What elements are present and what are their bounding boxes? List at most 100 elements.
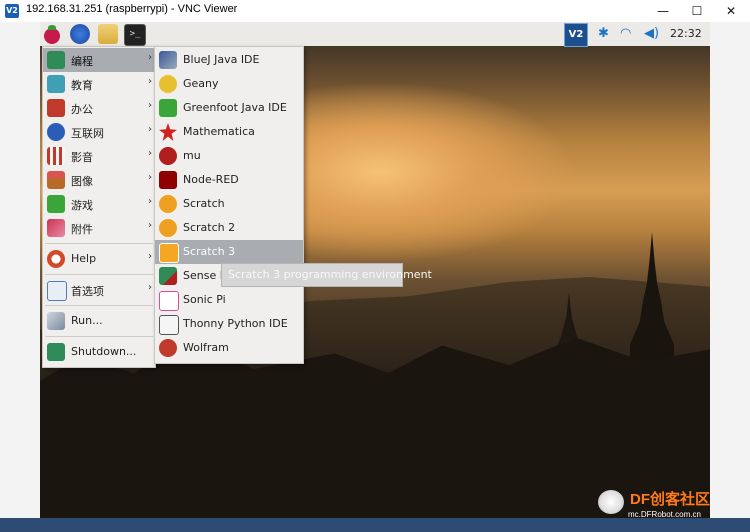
mu-icon: [159, 147, 177, 165]
menu-item-internet[interactable]: 互联网 ›: [43, 120, 155, 144]
menu-item-run[interactable]: Run...: [43, 309, 155, 333]
menu-item-graphics[interactable]: 图像 ›: [43, 168, 155, 192]
vnc-viewer-window: V2 192.168.31.251 (raspberrypi) - VNC Vi…: [0, 0, 750, 532]
submenu-item-scratch[interactable]: Scratch: [155, 192, 303, 216]
internet-icon: [47, 123, 65, 141]
submenu-item-label: Sonic Pi: [183, 293, 226, 306]
thonny-icon: [159, 315, 179, 335]
vnc-logo-icon: V2: [5, 4, 19, 18]
remote-desktop[interactable]: >_ V2 ✱ ◠ ◀) 22:32 编程 › 教育 › 办公 › 互联网 › …: [40, 22, 710, 518]
menu-item-help[interactable]: Help ›: [43, 247, 155, 271]
chevron-right-icon: ›: [148, 220, 152, 231]
window-titlebar[interactable]: V2 192.168.31.251 (raspberrypi) - VNC Vi…: [0, 0, 750, 23]
host-desktop-right: [710, 22, 750, 532]
maximize-button[interactable]: ☐: [680, 0, 714, 22]
submenu-item-bluej[interactable]: BlueJ Java IDE: [155, 48, 303, 72]
dfrobot-logo-icon: [598, 490, 624, 514]
menu-item-sound-video[interactable]: 影音 ›: [43, 144, 155, 168]
menu-item-label: 教育: [71, 79, 93, 92]
scratch2-icon: [159, 219, 177, 237]
menu-separator: [45, 305, 153, 306]
submenu-item-scratch-3[interactable]: Scratch 3: [155, 240, 303, 264]
chevron-right-icon: ›: [148, 124, 152, 135]
bluetooth-icon[interactable]: ✱: [598, 26, 609, 41]
menu-item-preferences[interactable]: 首选项 ›: [43, 278, 155, 302]
programming-icon: [47, 51, 65, 69]
games-icon: [47, 195, 65, 213]
chevron-right-icon: ›: [148, 52, 152, 63]
host-taskbar: [0, 518, 750, 532]
submenu-item-scratch-2[interactable]: Scratch 2: [155, 216, 303, 240]
vnc-tray-icon[interactable]: V2: [564, 23, 588, 47]
submenu-item-label: Scratch 2: [183, 221, 236, 234]
submenu-item-greenfoot[interactable]: Greenfoot Java IDE: [155, 96, 303, 120]
chevron-right-icon: ›: [148, 148, 152, 159]
chevron-right-icon: ›: [148, 76, 152, 87]
scratch3-icon: [159, 243, 179, 263]
watermark-url: mc.DFRobot.com.cn: [628, 510, 701, 519]
menu-item-programming[interactable]: 编程 ›: [43, 48, 155, 72]
submenu-item-label: Scratch 3: [183, 245, 236, 258]
menu-item-label: 编程: [71, 55, 93, 68]
chevron-right-icon: ›: [148, 196, 152, 207]
shutdown-icon: [47, 343, 65, 361]
main-menu: 编程 › 教育 › 办公 › 互联网 › 影音 › 图像 › 游戏 › 附件 ›…: [42, 46, 156, 368]
dfrobot-watermark: DF创客社区 mc.DFRobot.com.cn: [598, 488, 728, 519]
programming-submenu: BlueJ Java IDE Geany Greenfoot Java IDE …: [154, 46, 304, 364]
sonic-pi-icon: [159, 291, 179, 311]
help-icon: [47, 250, 65, 268]
watermark-title: DF创客社区: [630, 491, 710, 508]
menu-item-label: 首选项: [71, 285, 104, 298]
graphics-icon: [47, 171, 65, 189]
sound-video-icon: [47, 147, 65, 165]
menu-item-games[interactable]: 游戏 ›: [43, 192, 155, 216]
menu-item-shutdown[interactable]: Shutdown...: [43, 340, 155, 364]
menu-item-office[interactable]: 办公 ›: [43, 96, 155, 120]
menu-item-education[interactable]: 教育 ›: [43, 72, 155, 96]
submenu-item-label: mu: [183, 149, 201, 162]
submenu-item-label: Wolfram: [183, 341, 229, 354]
scratch-3-tooltip: Scratch 3 programming environment: [221, 263, 432, 287]
menu-item-label: 影音: [71, 151, 93, 164]
submenu-item-wolfram[interactable]: Wolfram: [155, 336, 303, 360]
tooltip-text: Scratch 3 programming environment: [228, 268, 432, 281]
menu-item-label: 互联网: [71, 127, 104, 140]
education-icon: [47, 75, 65, 93]
file-manager-icon[interactable]: [98, 24, 118, 44]
window-title: 192.168.31.251 (raspberrypi) - VNC Viewe…: [26, 3, 238, 15]
menu-item-label: 游戏: [71, 199, 93, 212]
menu-item-label: 附件: [71, 223, 93, 236]
volume-icon[interactable]: ◀): [644, 26, 659, 41]
submenu-item-label: Mathematica: [183, 125, 255, 138]
terminal-icon[interactable]: >_: [124, 24, 146, 46]
menu-item-label: Run...: [71, 314, 103, 327]
submenu-item-mathematica[interactable]: Mathematica: [155, 120, 303, 144]
mathematica-icon: [159, 123, 177, 141]
browser-icon[interactable]: [70, 24, 90, 44]
submenu-item-label: BlueJ Java IDE: [183, 53, 260, 66]
chevron-right-icon: ›: [148, 282, 152, 293]
chevron-right-icon: ›: [148, 172, 152, 183]
scratch-icon: [159, 195, 177, 213]
menu-item-accessories[interactable]: 附件 ›: [43, 216, 155, 240]
submenu-item-label: Thonny Python IDE: [183, 317, 288, 330]
submenu-item-node-red[interactable]: Node-RED: [155, 168, 303, 192]
submenu-item-label: Geany: [183, 77, 219, 90]
menu-item-label: 办公: [71, 103, 93, 116]
submenu-item-mu[interactable]: mu: [155, 144, 303, 168]
clock[interactable]: 22:32: [670, 27, 702, 40]
submenu-item-geany[interactable]: Geany: [155, 72, 303, 96]
submenu-item-thonny[interactable]: Thonny Python IDE: [155, 312, 303, 336]
node-red-icon: [159, 171, 177, 189]
preferences-icon: [47, 281, 67, 301]
menu-item-label: 图像: [71, 175, 93, 188]
chevron-right-icon: ›: [148, 100, 152, 111]
close-button[interactable]: ✕: [714, 0, 748, 22]
geany-icon: [159, 75, 177, 93]
greenfoot-icon: [159, 99, 177, 117]
raspberry-menu-icon[interactable]: [42, 24, 62, 44]
wifi-icon[interactable]: ◠: [620, 26, 631, 41]
office-icon: [47, 99, 65, 117]
minimize-button[interactable]: —: [646, 0, 680, 22]
submenu-item-sonic-pi[interactable]: Sonic Pi: [155, 288, 303, 312]
